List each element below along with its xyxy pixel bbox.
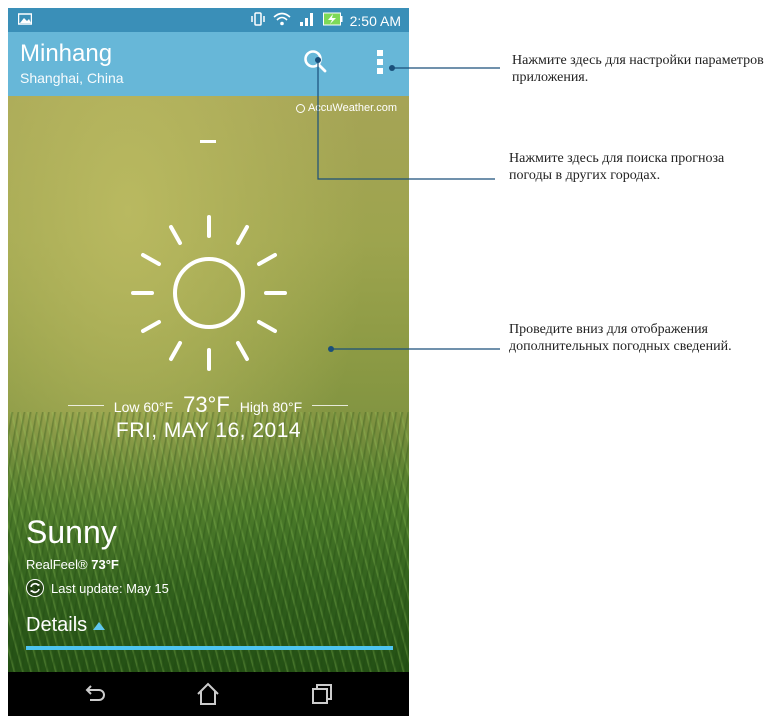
annotation-menu: Нажмите здесь для настройки параметров п…	[512, 53, 764, 85]
callout-lines	[315, 57, 500, 352]
annotation-search: Нажмите здесь для поиска прогноза погоды…	[509, 151, 725, 183]
annotation-swipe: Проведите вниз для отображения дополните…	[509, 322, 732, 354]
